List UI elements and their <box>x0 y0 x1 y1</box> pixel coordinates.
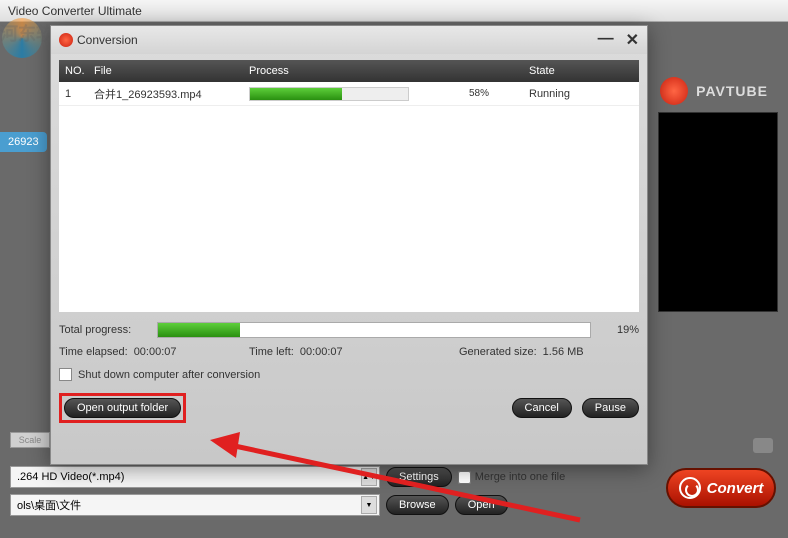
merge-label: Merge into one file <box>475 471 566 483</box>
dialog-titlebar: Conversion — ✕ <box>51 26 647 54</box>
pause-button[interactable]: Pause <box>582 398 639 418</box>
col-header-process: Process <box>249 65 529 77</box>
close-icon[interactable]: ✕ <box>626 30 639 50</box>
total-progress-label: Total progress: <box>59 324 149 336</box>
row-progress-fill <box>250 88 342 100</box>
scale-button[interactable]: Scale <box>10 432 50 448</box>
shutdown-label: Shut down computer after conversion <box>78 369 260 381</box>
dialog-icon <box>59 33 73 47</box>
main-titlebar: Video Converter Ultimate <box>0 0 788 22</box>
col-header-file: File <box>94 65 249 77</box>
output-path-dropdown[interactable]: ols\桌面\文件 ▼ <box>10 494 380 516</box>
elapsed-label: Time elapsed: <box>59 346 128 358</box>
total-progress-row: Total progress: 19% <box>59 322 639 338</box>
timeleft-label: Time left: <box>249 346 294 358</box>
preview-panel <box>658 112 778 312</box>
brand-text: PAVTUBE <box>696 83 768 99</box>
total-progress-percent: 19% <box>599 324 639 336</box>
side-tag: 26923 <box>0 132 47 152</box>
open-folder-highlight: Open output folder <box>59 393 186 423</box>
format-dropdown[interactable]: .264 HD Video(*.mp4) ▲▼ <box>10 466 380 488</box>
open-output-folder-button[interactable]: Open output folder <box>64 398 181 418</box>
convert-icon <box>679 477 701 499</box>
time-row: Time elapsed: 00:00:07 Time left: 00:00:… <box>59 346 639 358</box>
col-header-no: NO. <box>59 65 94 77</box>
table-body: 1 合并1_26923593.mp4 58% Running <box>59 82 639 312</box>
settings-button[interactable]: Settings <box>386 467 452 487</box>
shutdown-row: Shut down computer after conversion <box>59 368 639 381</box>
conversion-dialog: Conversion — ✕ NO. File Process State 1 … <box>50 25 648 465</box>
brand-logo: PAVTUBE <box>660 77 768 105</box>
col-header-state: State <box>529 65 639 77</box>
cancel-button[interactable]: Cancel <box>512 398 572 418</box>
cell-process: 58% <box>249 87 529 101</box>
output-path-value: ols\桌面\文件 <box>17 497 81 513</box>
elapsed-value: 00:00:07 <box>134 346 177 358</box>
total-progress-bar <box>157 322 591 338</box>
cell-no: 1 <box>59 88 94 100</box>
dialog-title-text: Conversion <box>77 33 138 47</box>
merge-checkbox[interactable] <box>458 471 471 484</box>
convert-label: Convert <box>707 480 764 497</box>
dropdown-arrow-icon[interactable]: ▼ <box>361 496 377 514</box>
main-title: Video Converter Ultimate <box>8 4 142 18</box>
brand-icon <box>660 77 688 105</box>
camera-icon[interactable] <box>753 438 773 453</box>
row-progress-text: 58% <box>469 88 489 99</box>
cell-file: 合并1_26923593.mp4 <box>94 86 249 102</box>
table-header: NO. File Process State <box>59 60 639 82</box>
total-progress-fill <box>158 323 240 337</box>
dialog-buttons: Open output folder Cancel Pause <box>59 393 639 423</box>
convert-button[interactable]: Convert <box>666 468 776 508</box>
format-value: .264 HD Video(*.mp4) <box>17 471 124 483</box>
generated-value: 1.56 MB <box>543 346 584 358</box>
open-button[interactable]: Open <box>455 495 508 515</box>
row-progress-bar <box>249 87 409 101</box>
browse-button[interactable]: Browse <box>386 495 449 515</box>
minimize-icon[interactable]: — <box>598 30 614 50</box>
generated-label: Generated size: <box>459 346 537 358</box>
merge-option: Merge into one file <box>458 471 566 484</box>
cell-state: Running <box>529 88 639 100</box>
table-row[interactable]: 1 合并1_26923593.mp4 58% Running <box>59 82 639 106</box>
shutdown-checkbox[interactable] <box>59 368 72 381</box>
dropdown-arrow-icon[interactable]: ▲▼ <box>361 468 377 486</box>
timeleft-value: 00:00:07 <box>300 346 343 358</box>
